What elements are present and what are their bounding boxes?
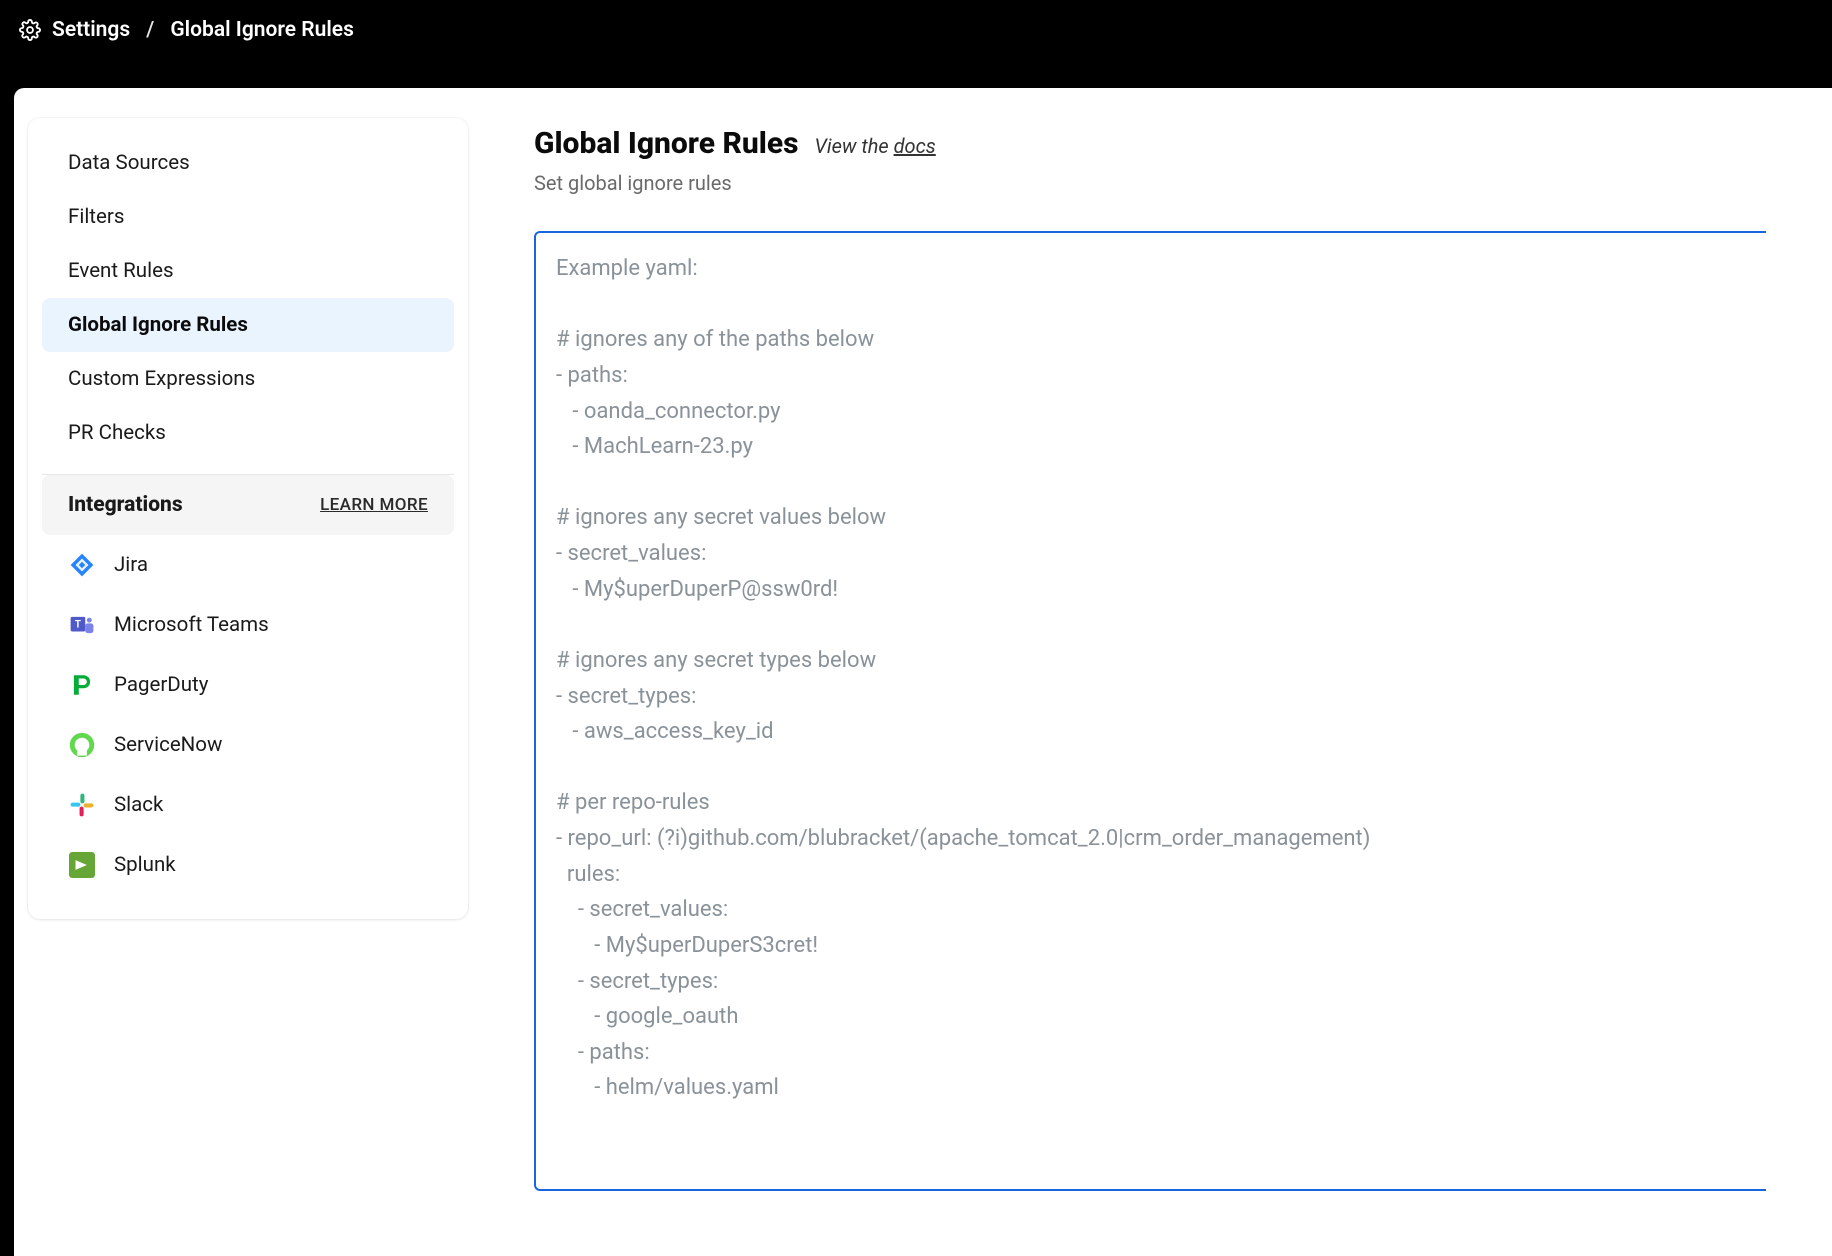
sidebar-integrations-header: Integrations LEARN MORE [42,475,454,535]
learn-more-link[interactable]: LEARN MORE [320,495,428,515]
page-subtitle: Set global ignore rules [534,171,1794,195]
docs-prefix: View the [815,134,894,158]
servicenow-icon [68,731,96,759]
pagerduty-icon [68,671,96,699]
slack-icon [68,791,96,819]
breadcrumb-current: Global Ignore Rules [170,18,354,42]
integrations-title: Integrations [68,493,183,517]
sidebar-item-custom-expressions[interactable]: Custom Expressions [42,352,454,406]
svg-text:T: T [75,619,81,630]
gear-icon [18,18,42,42]
integration-label: Microsoft Teams [114,613,269,637]
page-title: Global Ignore Rules [534,126,799,161]
integration-splunk[interactable]: Splunk [42,835,454,895]
sidebar-item-pr-checks[interactable]: PR Checks [42,406,454,460]
sidebar-item-global-ignore-rules[interactable]: Global Ignore Rules [42,298,454,352]
integration-jira[interactable]: Jira [42,535,454,595]
main-content: Global Ignore Rules View the docs Set gl… [534,118,1794,1256]
sidebar-item-data-sources[interactable]: Data Sources [42,136,454,190]
integration-label: ServiceNow [114,733,222,757]
integration-servicenow[interactable]: ServiceNow [42,715,454,775]
integration-label: PagerDuty [114,673,208,697]
ignore-rules-yaml-input[interactable] [534,231,1766,1191]
integration-slack[interactable]: Slack [42,775,454,835]
splunk-icon [68,851,96,879]
sidebar-item-event-rules[interactable]: Event Rules [42,244,454,298]
teams-icon: T [68,611,96,639]
integration-label: Jira [114,553,148,577]
integration-teams[interactable]: T Microsoft Teams [42,595,454,655]
sidebar-item-filters[interactable]: Filters [42,190,454,244]
docs-link[interactable]: docs [894,134,936,158]
breadcrumb-root[interactable]: Settings [52,18,130,42]
settings-sidebar: Data Sources Filters Event Rules Global … [28,118,468,919]
jira-icon [68,551,96,579]
breadcrumb-sep: / [140,18,160,42]
integration-pagerduty[interactable]: PagerDuty [42,655,454,715]
docs-line: View the docs [815,134,936,158]
integration-label: Splunk [114,853,176,877]
integration-label: Slack [114,793,163,817]
breadcrumb-bar: Settings / Global Ignore Rules [0,0,1832,60]
